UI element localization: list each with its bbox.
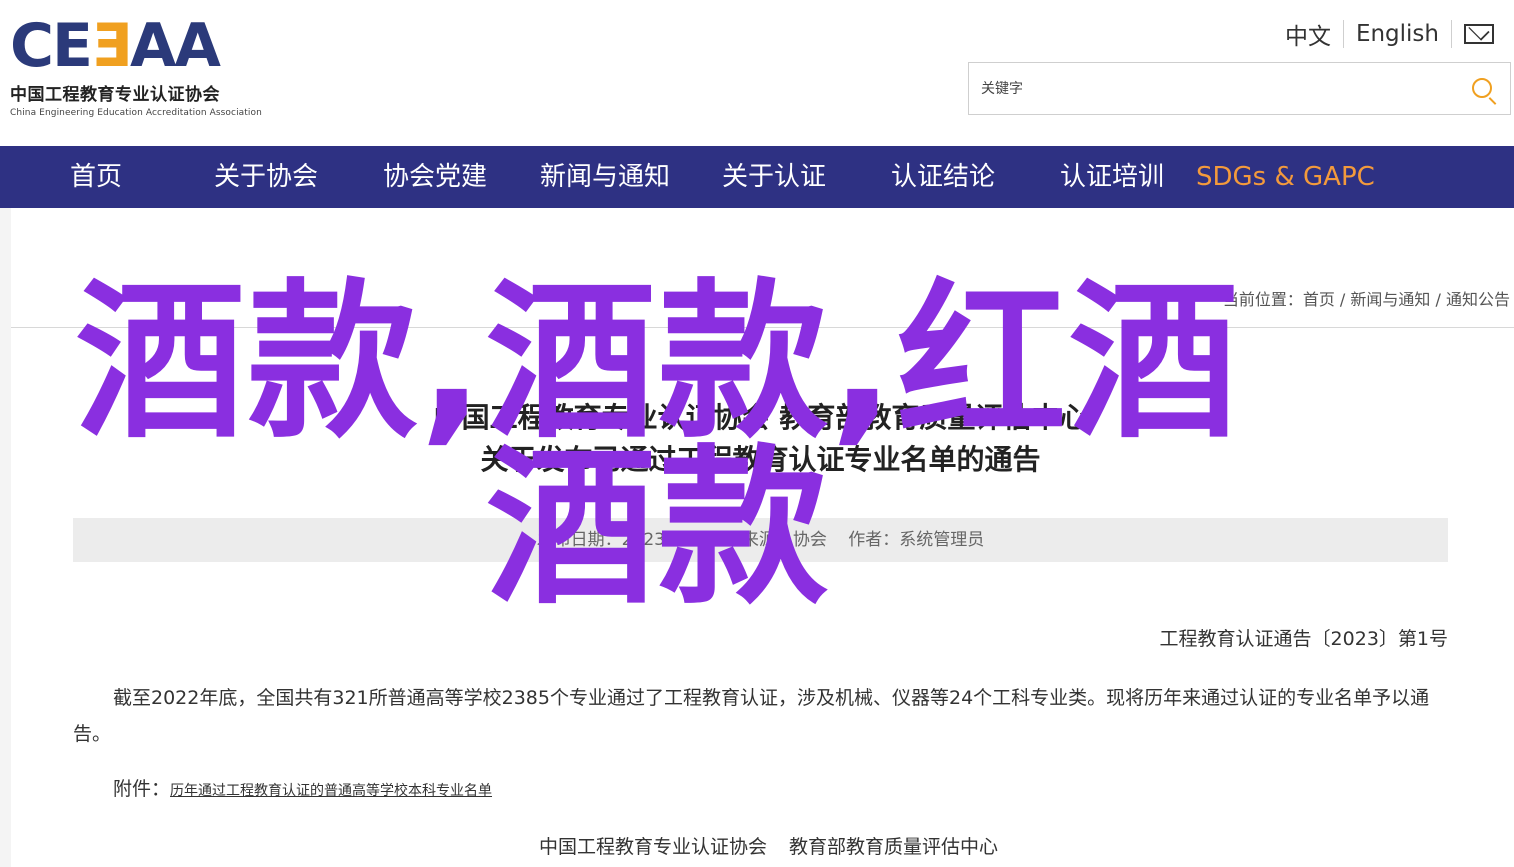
divider <box>1342 20 1344 48</box>
breadcrumb-home[interactable]: 首页 <box>1303 290 1335 309</box>
nav-item-training[interactable]: 认证培训 <box>1060 146 1164 208</box>
lang-zh-link[interactable]: 中文 <box>1285 17 1331 51</box>
breadcrumb: 当前位置：首页 / 新闻与通知 / 通知公告 <box>1223 286 1510 310</box>
attachment-link[interactable]: 历年通过工程教育认证的普通高等学校本科专业名单 <box>170 783 492 799</box>
article-source: 来源：协会 <box>741 530 827 550</box>
nav-item-about[interactable]: 关于协会 <box>214 146 318 208</box>
document-number: 工程教育认证通告〔2023〕第1号 <box>1159 628 1448 650</box>
article-paragraph: 截至2022年底，全国共有321所普通高等学校2385个专业通过了工程教育认证，… <box>73 687 1430 745</box>
breadcrumb-separator: / <box>1430 290 1446 309</box>
search-input[interactable] <box>981 63 1461 114</box>
attachment: 附件：历年通过工程教育认证的普通高等学校本科专业名单 <box>113 774 492 801</box>
search-icon[interactable] <box>1472 78 1492 98</box>
search-box <box>968 62 1511 115</box>
article-author: 作者：系统管理员 <box>848 530 985 550</box>
divider <box>11 327 1514 328</box>
article-meta: 发布日期：2023-06-28 来源：协会 作者：系统管理员 <box>73 518 1448 562</box>
attachment-label: 附件： <box>113 778 171 800</box>
nav-item-party[interactable]: 协会党建 <box>383 146 487 208</box>
ceeaa-logo[interactable]: CEƎAA 中国工程教育专业认证协会 China Engineering Edu… <box>10 11 270 118</box>
nav-item-home[interactable]: 首页 <box>70 146 122 208</box>
main-nav: 首页 关于协会 协会党建 新闻与通知 关于认证 认证结论 认证培训 SDGs &… <box>0 146 1514 208</box>
site-header: CEƎAA 中国工程教育专业认证协会 China Engineering Edu… <box>0 0 1514 146</box>
signatories: 中国工程教育专业认证协会 教育部教育质量评估中心 <box>539 832 1020 859</box>
logo-name-en: China Engineering Education Accreditatio… <box>10 108 262 118</box>
main-content: 当前位置：首页 / 新闻与通知 / 通知公告 中国工程教育专业认证协会 教育部教… <box>11 208 1514 867</box>
nav-item-sdgs[interactable]: SDGs & GAPC <box>1196 146 1375 208</box>
nav-item-news[interactable]: 新闻与通知 <box>540 146 670 208</box>
article-title-line2: 关于发布已通过工程教育认证专业名单的通告 <box>480 443 1041 476</box>
nav-item-conclusions[interactable]: 认证结论 <box>891 146 995 208</box>
logo-name-cn: 中国工程教育专业认证协会 <box>10 85 220 105</box>
mail-icon[interactable] <box>1464 24 1494 44</box>
language-switcher: 中文 English <box>1285 18 1494 50</box>
article-title-line1: 中国工程教育专业认证协会 教育部教育质量评估中心 <box>433 401 1088 434</box>
breadcrumb-separator: / <box>1334 290 1351 309</box>
signatory-ceeaa: 中国工程教育专业认证协会 <box>539 836 768 858</box>
lang-en-link[interactable]: English <box>1356 21 1439 47</box>
signatory-moe-center: 教育部教育质量评估中心 <box>789 836 999 858</box>
divider <box>1451 20 1452 48</box>
nav-item-accreditation[interactable]: 关于认证 <box>722 146 826 208</box>
logo-mark: CEƎAA <box>10 11 221 81</box>
breadcrumb-news[interactable]: 新闻与通知 <box>1350 290 1430 309</box>
breadcrumb-prefix: 当前位置： <box>1222 290 1303 309</box>
breadcrumb-notices[interactable]: 通知公告 <box>1446 290 1510 309</box>
publish-date: 发布日期：2023-06-28 <box>536 530 721 550</box>
